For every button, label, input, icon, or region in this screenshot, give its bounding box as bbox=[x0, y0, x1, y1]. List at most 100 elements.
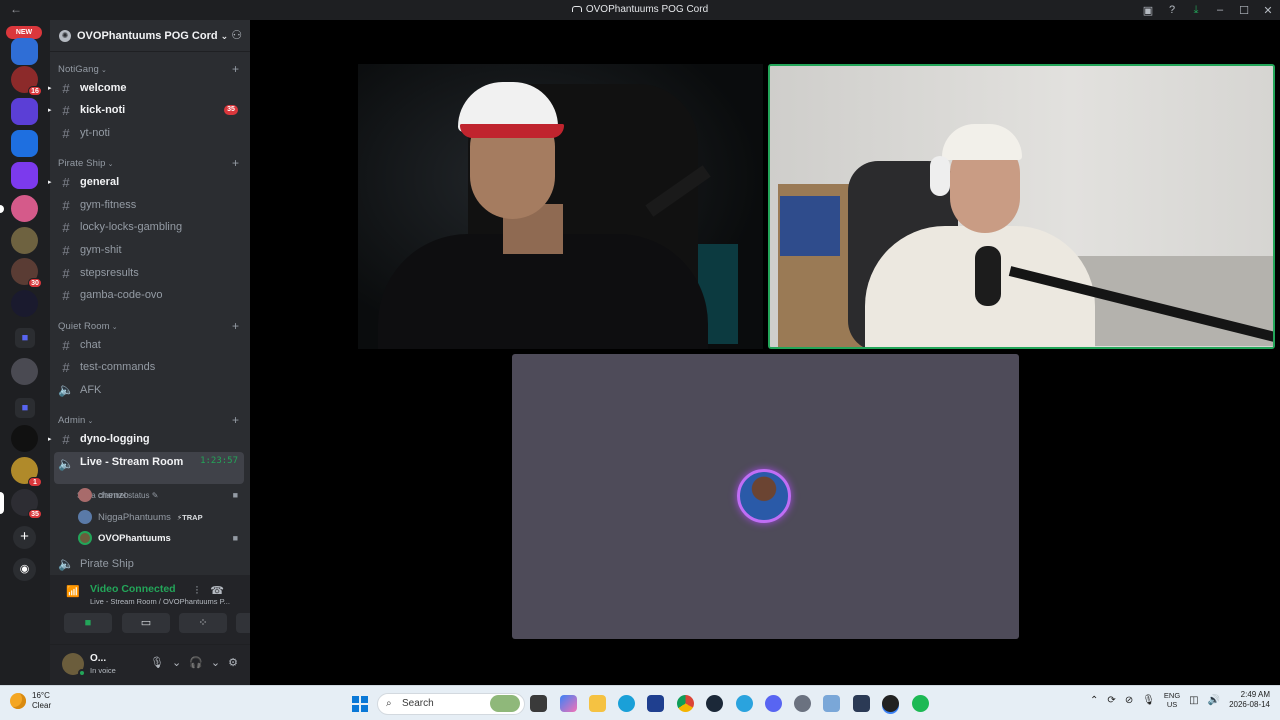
add-member-icon[interactable]: ⚇ bbox=[231, 28, 242, 42]
voice-user-row[interactable]: chenzo ■ bbox=[78, 486, 242, 504]
selected-pill bbox=[0, 492, 4, 514]
channel-chat[interactable]: # chat bbox=[54, 335, 244, 355]
server-icon[interactable] bbox=[11, 130, 38, 157]
channel-gym-fitness[interactable]: # gym-fitness bbox=[54, 195, 244, 215]
server-icon[interactable]: 1 bbox=[11, 457, 42, 487]
channel-test-commands[interactable]: # test-commands bbox=[54, 357, 244, 377]
spotify-icon[interactable] bbox=[912, 695, 929, 712]
wifi-icon[interactable]: ◫ bbox=[1189, 695, 1198, 706]
channel-kick-noti[interactable]: ▸ # kick-noti 35 bbox=[48, 100, 244, 120]
server-icon[interactable]: 16 bbox=[11, 66, 42, 96]
channel-general[interactable]: ▸ # general bbox=[48, 172, 244, 192]
channel-gym-shit[interactable]: # gym-shit bbox=[54, 240, 244, 260]
voice-channel-pirate-ship[interactable]: 🔈 Pirate Ship bbox=[54, 554, 244, 574]
server-icon[interactable] bbox=[11, 38, 38, 65]
voice-location[interactable]: Live - Stream Room / OVOPhantuums P... bbox=[90, 597, 230, 606]
volume-icon[interactable]: 🔊 bbox=[1208, 695, 1220, 706]
chevron-down-icon[interactable]: ⌄ bbox=[211, 656, 220, 669]
folder-icon[interactable]: ■ bbox=[15, 328, 35, 348]
help-icon[interactable]: ? bbox=[1160, 4, 1184, 16]
telegram-icon[interactable] bbox=[736, 695, 753, 712]
search-icon: ⌕ bbox=[386, 698, 392, 709]
server-icon-selected[interactable]: 35 bbox=[11, 489, 42, 519]
task-view-icon[interactable] bbox=[530, 695, 547, 712]
copilot-icon[interactable] bbox=[560, 695, 577, 712]
server-icon[interactable] bbox=[11, 98, 38, 125]
channel-welcome[interactable]: ▸ # welcome bbox=[48, 78, 244, 98]
voice-user-row[interactable]: OVOPhantuums ■ bbox=[78, 529, 242, 547]
app-icon[interactable] bbox=[853, 695, 870, 712]
voice-channel-live-stream-room[interactable]: 🔈 Live - Stream Room 1:23:57 bbox=[54, 452, 244, 484]
channel-dyno-logging[interactable]: ▸ # dyno-logging bbox=[48, 429, 244, 449]
add-channel-icon[interactable]: + bbox=[232, 63, 239, 75]
widgets-icon[interactable] bbox=[490, 695, 520, 712]
server-icon[interactable] bbox=[11, 425, 38, 452]
channel-locky-locks-gambling[interactable]: # locky-locks-gambling bbox=[54, 217, 244, 237]
avatar bbox=[78, 531, 92, 545]
video-tile[interactable] bbox=[358, 64, 763, 349]
speaker-icon: 🔈 bbox=[58, 382, 75, 397]
microphone-icon[interactable]: 🎙 bbox=[150, 656, 164, 669]
discover-icon[interactable]: ◉ bbox=[13, 558, 36, 581]
inbox-icon[interactable]: ▣ bbox=[1136, 4, 1160, 17]
video-background bbox=[975, 246, 1001, 306]
edge-icon[interactable] bbox=[618, 695, 635, 712]
weather-widget[interactable]: 16°C Clear bbox=[10, 691, 51, 711]
server-icon[interactable] bbox=[11, 195, 38, 222]
discord-icon[interactable] bbox=[765, 695, 782, 712]
avatar bbox=[78, 488, 92, 502]
start-button[interactable] bbox=[352, 696, 368, 712]
server-icon[interactable]: 30 bbox=[11, 258, 42, 288]
chrome-icon[interactable] bbox=[677, 695, 694, 712]
microphone-icon[interactable]: 🎙 bbox=[1142, 695, 1155, 706]
category-notigang[interactable]: NotiGang ⌄ bbox=[58, 64, 107, 75]
voice-user-row[interactable]: NiggaPhantuums ⚡TRAP bbox=[78, 508, 242, 526]
hash-icon: # bbox=[62, 337, 70, 353]
guild-header[interactable]: ✺ OVOPhantuums POG Cord ⌄ ⚇ bbox=[50, 20, 250, 52]
category-pirate-ship[interactable]: Pirate Ship ⌄ bbox=[58, 158, 114, 169]
language-indicator[interactable]: ENG US bbox=[1164, 691, 1180, 709]
folder-icon[interactable]: ■ bbox=[15, 398, 35, 418]
server-icon[interactable] bbox=[11, 358, 38, 385]
noise-suppression-icon[interactable]: ⫶ bbox=[196, 585, 211, 597]
close-icon[interactable]: ✕ bbox=[1256, 4, 1280, 17]
snipping-tool-icon[interactable] bbox=[823, 695, 840, 712]
camera-button[interactable]: ■ bbox=[64, 613, 112, 633]
voice-channel-afk[interactable]: 🔈 AFK bbox=[54, 380, 244, 400]
minimize-icon[interactable]: – bbox=[1208, 4, 1232, 16]
chevron-down-icon[interactable]: ⌄ bbox=[172, 656, 181, 669]
add-server-icon[interactable]: + bbox=[13, 526, 36, 549]
add-channel-icon[interactable]: + bbox=[232, 414, 239, 426]
obs-icon[interactable] bbox=[882, 695, 899, 712]
add-channel-icon[interactable]: + bbox=[232, 320, 239, 332]
category-quiet-room[interactable]: Quiet Room ⌄ bbox=[58, 321, 118, 332]
app-icon[interactable] bbox=[647, 695, 664, 712]
sync-icon[interactable]: ⟳ bbox=[1107, 695, 1115, 706]
network-off-icon[interactable]: ⊘ bbox=[1125, 695, 1133, 706]
activities-button[interactable]: ⁘ bbox=[179, 613, 227, 633]
chevron-up-icon[interactable]: ⌃ bbox=[1090, 695, 1098, 706]
server-icon[interactable] bbox=[11, 290, 38, 317]
server-icon[interactable] bbox=[11, 162, 38, 189]
screen-share-button[interactable]: ▭ bbox=[122, 613, 170, 633]
download-icon[interactable]: ⤓ bbox=[1184, 4, 1208, 17]
file-explorer-icon[interactable] bbox=[589, 695, 606, 712]
settings-icon[interactable] bbox=[794, 695, 811, 712]
clock[interactable]: 2:49 AM 2026-08-14 bbox=[1229, 690, 1270, 710]
voice-status[interactable]: Video Connected bbox=[90, 583, 176, 595]
participant-tile[interactable] bbox=[512, 354, 1019, 639]
username[interactable]: O... bbox=[90, 653, 106, 664]
add-channel-icon[interactable]: + bbox=[232, 157, 239, 169]
server-icon[interactable] bbox=[11, 227, 38, 254]
video-tile-speaking[interactable] bbox=[768, 64, 1275, 349]
user-panel: O... In voice 🎙 ⌄ 🎧 ⌄ ⚙ bbox=[50, 645, 250, 685]
settings-gear-icon[interactable]: ⚙ bbox=[228, 656, 238, 669]
channel-gamba-code-ovo[interactable]: # gamba-code-ovo bbox=[54, 285, 244, 305]
channel-stepsresults[interactable]: # stepsresults bbox=[54, 263, 244, 283]
maximize-icon[interactable]: ☐ bbox=[1232, 4, 1256, 17]
disconnect-icon[interactable]: ☎ bbox=[210, 585, 236, 597]
steam-icon[interactable] bbox=[706, 695, 723, 712]
category-admin[interactable]: Admin ⌄ bbox=[58, 415, 93, 426]
headphones-icon[interactable]: 🎧 bbox=[189, 656, 203, 669]
channel-yt-noti[interactable]: # yt-noti bbox=[54, 123, 244, 143]
